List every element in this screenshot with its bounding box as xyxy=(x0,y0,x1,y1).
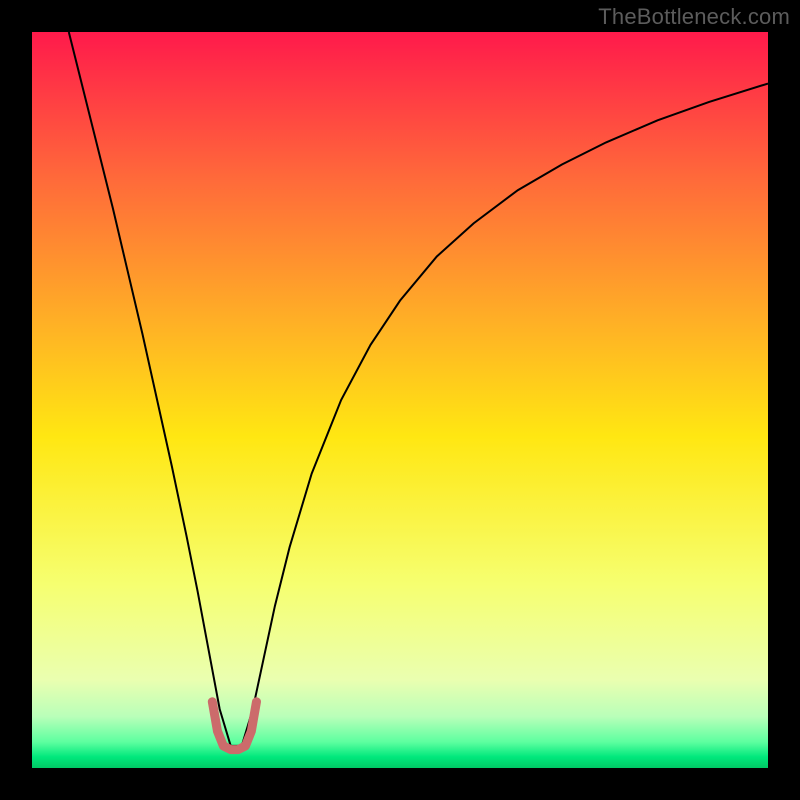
chart-background xyxy=(32,32,768,768)
plot-area xyxy=(32,32,768,768)
chart-container: TheBottleneck.com xyxy=(0,0,800,800)
watermark-text: TheBottleneck.com xyxy=(598,4,790,30)
chart-svg xyxy=(32,32,768,768)
